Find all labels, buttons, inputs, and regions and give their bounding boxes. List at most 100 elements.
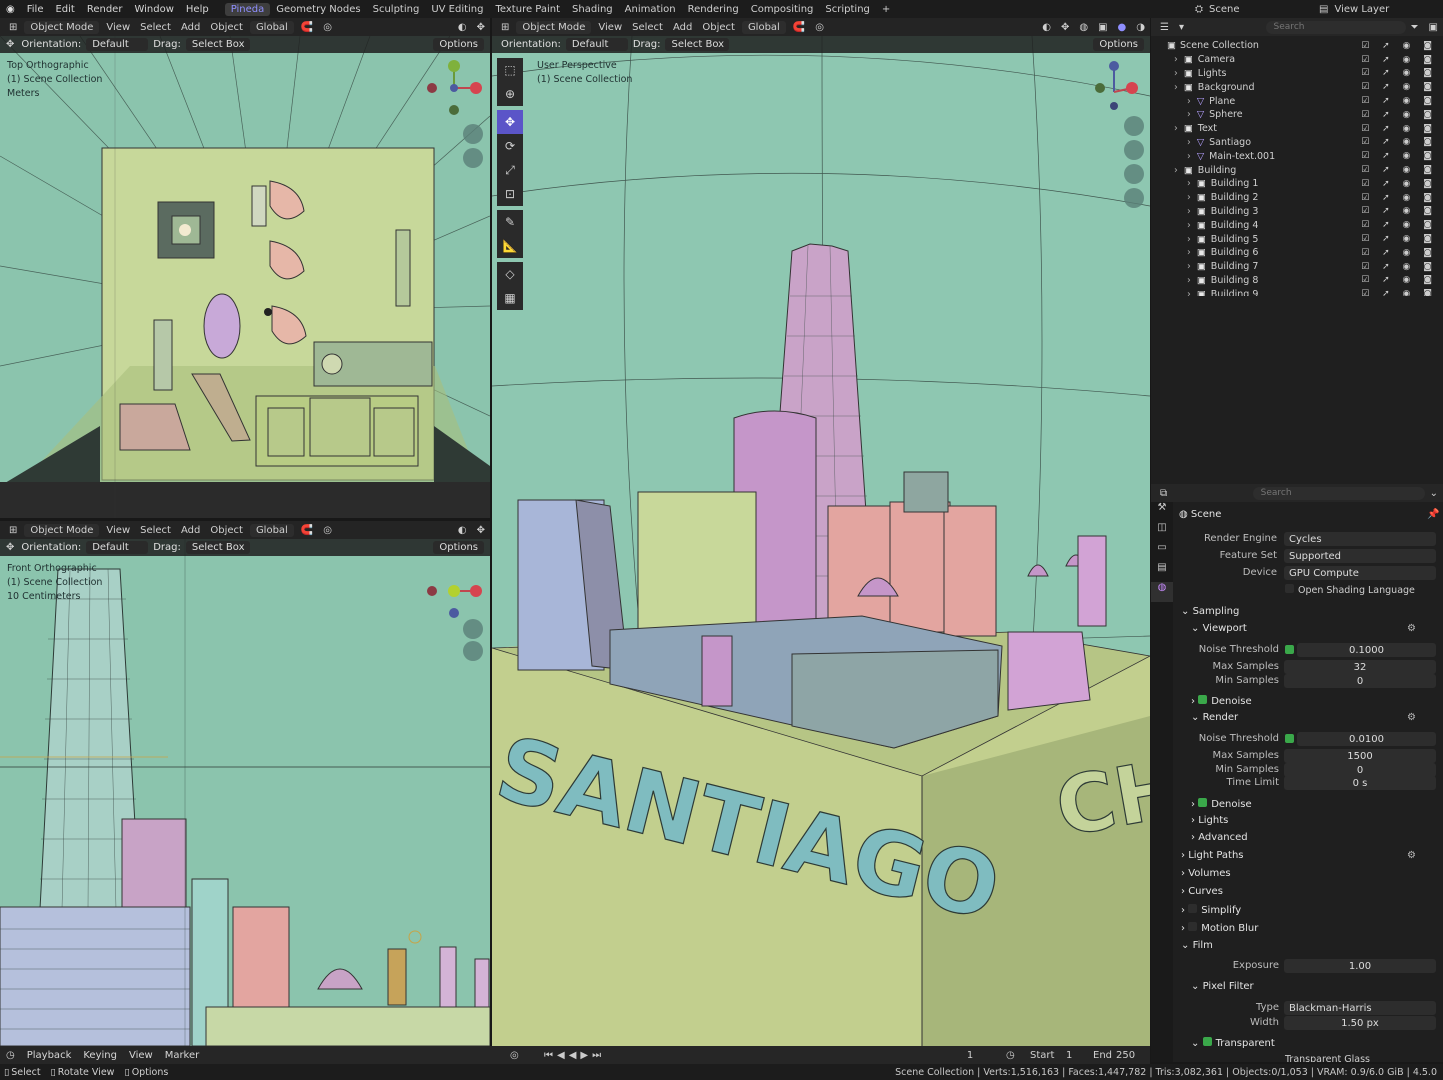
scene-tab-icon[interactable]: ◍	[1151, 582, 1173, 602]
motion-blur-checkbox[interactable]	[1188, 922, 1198, 931]
exposure-field[interactable]: 1.00	[1284, 959, 1436, 973]
restriction-toggles[interactable]: ☑ ➚ ◉ ◙	[1361, 151, 1437, 161]
navigation-gizmo[interactable]	[422, 56, 486, 120]
transparent-subpanel-header[interactable]: ⌄ Transparent	[1191, 1037, 1275, 1049]
visibility-icon[interactable]: ◐	[1037, 22, 1056, 33]
transparent-glass-checkbox[interactable]: Transparent Glass	[1285, 1054, 1370, 1062]
expand-chevron-icon[interactable]: ›	[1187, 178, 1191, 189]
zoom-view-icon[interactable]	[463, 124, 483, 144]
feature-set-dropdown[interactable]: Supported	[1284, 549, 1436, 563]
measure-tool-icon[interactable]: 📐	[497, 234, 523, 258]
editor-type-icon[interactable]: ◷	[0, 1050, 21, 1061]
transform-orientation-dropdown[interactable]: Global	[249, 523, 294, 537]
outliner-row[interactable]: › ▣ Building 1 ☑ ➚ ◉ ◙	[1151, 177, 1443, 191]
menu-select[interactable]: Select	[627, 22, 668, 33]
restriction-toggles[interactable]: ☑ ➚ ◉ ◙	[1361, 82, 1437, 92]
transform-orientation-dropdown[interactable]: Global	[249, 20, 294, 34]
menu-render[interactable]: Render	[81, 4, 129, 15]
outliner-row[interactable]: › ▣ Building 4 ☑ ➚ ◉ ◙	[1151, 218, 1443, 232]
outliner-row[interactable]: › ▣ Building 7 ☑ ➚ ◉ ◙	[1151, 260, 1443, 274]
expand-chevron-icon[interactable]: ›	[1187, 220, 1191, 231]
motion-blur-panel-header[interactable]: › Motion Blur	[1181, 922, 1258, 934]
visibility-icon[interactable]: ◐	[453, 22, 472, 33]
workspace-tab-shading[interactable]: Shading	[566, 3, 619, 16]
restriction-toggles[interactable]: ☑ ➚ ◉ ◙	[1361, 137, 1437, 147]
render-tab-icon[interactable]: ◫	[1151, 522, 1173, 542]
expand-chevron-icon[interactable]: ›	[1187, 234, 1191, 245]
presets-icon[interactable]: ⚙	[1407, 850, 1416, 861]
outliner-row[interactable]: › ▽ Sphere ☑ ➚ ◉ ◙	[1151, 108, 1443, 122]
orientation-dropdown[interactable]: Default	[86, 541, 149, 554]
menu-add[interactable]: Add	[668, 22, 697, 33]
orientation-dropdown[interactable]: Default	[565, 38, 628, 51]
volumes-panel-header[interactable]: › Volumes	[1181, 868, 1231, 879]
restriction-toggles[interactable]: ☑ ➚ ◉ ◙	[1361, 179, 1437, 189]
editor-type-icon[interactable]: ⊞	[4, 22, 22, 33]
options-dropdown[interactable]: Options	[433, 541, 484, 554]
sampling-panel-header[interactable]: ⌄ Sampling	[1181, 606, 1239, 617]
menu-view[interactable]: View	[101, 22, 135, 33]
r-denoise-subpanel-header[interactable]: › Denoise	[1191, 798, 1252, 810]
transform-orientation-dropdown[interactable]: Global	[741, 20, 786, 34]
film-panel-header[interactable]: ⌄ Film	[1181, 940, 1213, 951]
drag-dropdown[interactable]: Select Box	[185, 541, 250, 554]
cursor-tool-icon[interactable]: ⊕	[497, 82, 523, 106]
gizmo-icon[interactable]: ✥	[472, 525, 490, 536]
mode-dropdown[interactable]: Object Mode	[24, 523, 100, 537]
outliner-row[interactable]: › ▣ Building 3 ☑ ➚ ◉ ◙	[1151, 205, 1443, 219]
outliner-row[interactable]: › ▣ Building 8 ☑ ➚ ◉ ◙	[1151, 274, 1443, 288]
options-dropdown[interactable]: Options	[433, 38, 484, 51]
menu-add[interactable]: Add	[176, 22, 205, 33]
restriction-toggles[interactable]: ☑ ➚ ◉ ◙	[1361, 248, 1437, 258]
outliner-row[interactable]: › ▽ Main-text.001 ☑ ➚ ◉ ◙	[1151, 149, 1443, 163]
expand-chevron-icon[interactable]: ›	[1187, 261, 1191, 272]
current-frame-field[interactable]: 1	[940, 1050, 1000, 1061]
outliner-row[interactable]: › ▣ Building 2 ☑ ➚ ◉ ◙	[1151, 191, 1443, 205]
expand-chevron-icon[interactable]: ›	[1174, 68, 1178, 79]
expand-chevron-icon[interactable]: ›	[1187, 137, 1191, 148]
expand-chevron-icon[interactable]: ›	[1187, 192, 1191, 203]
vp-denoise-subpanel-header[interactable]: › Denoise	[1191, 695, 1252, 707]
mode-dropdown[interactable]: Object Mode	[24, 20, 100, 34]
options-dropdown[interactable]: Options	[1093, 38, 1144, 51]
transparent-checkbox[interactable]	[1202, 1037, 1212, 1046]
r-min-samples-field[interactable]: 0	[1284, 763, 1436, 777]
menu-keying[interactable]: Keying	[77, 1050, 123, 1061]
clock-icon[interactable]: ◷	[1006, 1050, 1015, 1061]
editor-type-icon[interactable]: ⊞	[496, 22, 514, 33]
expand-chevron-icon[interactable]: ›	[1187, 96, 1191, 107]
filter-icon[interactable]: ⏷	[1406, 22, 1424, 33]
snap-icon[interactable]: 🧲	[788, 22, 810, 33]
outliner-row[interactable]: › ▣ Building 5 ☑ ➚ ◉ ◙	[1151, 232, 1443, 246]
top-orthographic-viewport[interactable]: ✥ Orientation: Default Drag: Select Box …	[0, 36, 490, 518]
display-mode-icon[interactable]: ▾	[1174, 22, 1189, 33]
scene-selector[interactable]: Scene	[1209, 4, 1319, 15]
editor-type-icon[interactable]: ⊞	[4, 525, 22, 536]
restriction-toggles[interactable]: ☑ ➚ ◉ ◙	[1361, 68, 1437, 78]
vp-min-samples-field[interactable]: 0	[1284, 674, 1436, 688]
presets-icon[interactable]: ⚙	[1407, 623, 1416, 634]
xray-icon[interactable]: ▣	[1093, 22, 1112, 33]
pin-icon[interactable]: 📌	[1427, 509, 1439, 520]
visibility-icon[interactable]: ◐	[453, 525, 472, 536]
snap-icon[interactable]: 🧲	[296, 22, 318, 33]
add-workspace-button[interactable]: +	[876, 3, 896, 16]
outliner-row[interactable]: › ▣ Building ☑ ➚ ◉ ◙	[1151, 163, 1443, 177]
light-paths-panel-header[interactable]: › Light Paths	[1181, 850, 1244, 861]
restriction-toggles[interactable]: ☑ ➚ ◉ ◙	[1361, 96, 1437, 106]
shading-material-icon[interactable]: ◑	[1131, 22, 1150, 33]
proportional-edit-icon[interactable]: ◎	[810, 22, 829, 33]
device-dropdown[interactable]: GPU Compute	[1284, 566, 1436, 580]
record-icon[interactable]: ◎	[510, 1050, 519, 1061]
expand-chevron-icon[interactable]: ›	[1187, 275, 1191, 286]
view-layer-selector[interactable]: View Layer	[1334, 4, 1389, 15]
menu-view[interactable]: View	[123, 1050, 159, 1061]
new-collection-icon[interactable]: ▣	[1424, 22, 1443, 33]
properties-search-input[interactable]	[1252, 486, 1425, 500]
expand-chevron-icon[interactable]: ›	[1187, 151, 1191, 162]
navigation-gizmo[interactable]	[1084, 56, 1148, 120]
expand-chevron-icon[interactable]: ›	[1174, 54, 1178, 65]
restriction-toggles[interactable]: ☑ ➚ ◉ ◙	[1361, 55, 1437, 65]
time-limit-field[interactable]: 0 s	[1284, 776, 1436, 790]
scale-tool-icon[interactable]: ⤢	[497, 158, 523, 182]
